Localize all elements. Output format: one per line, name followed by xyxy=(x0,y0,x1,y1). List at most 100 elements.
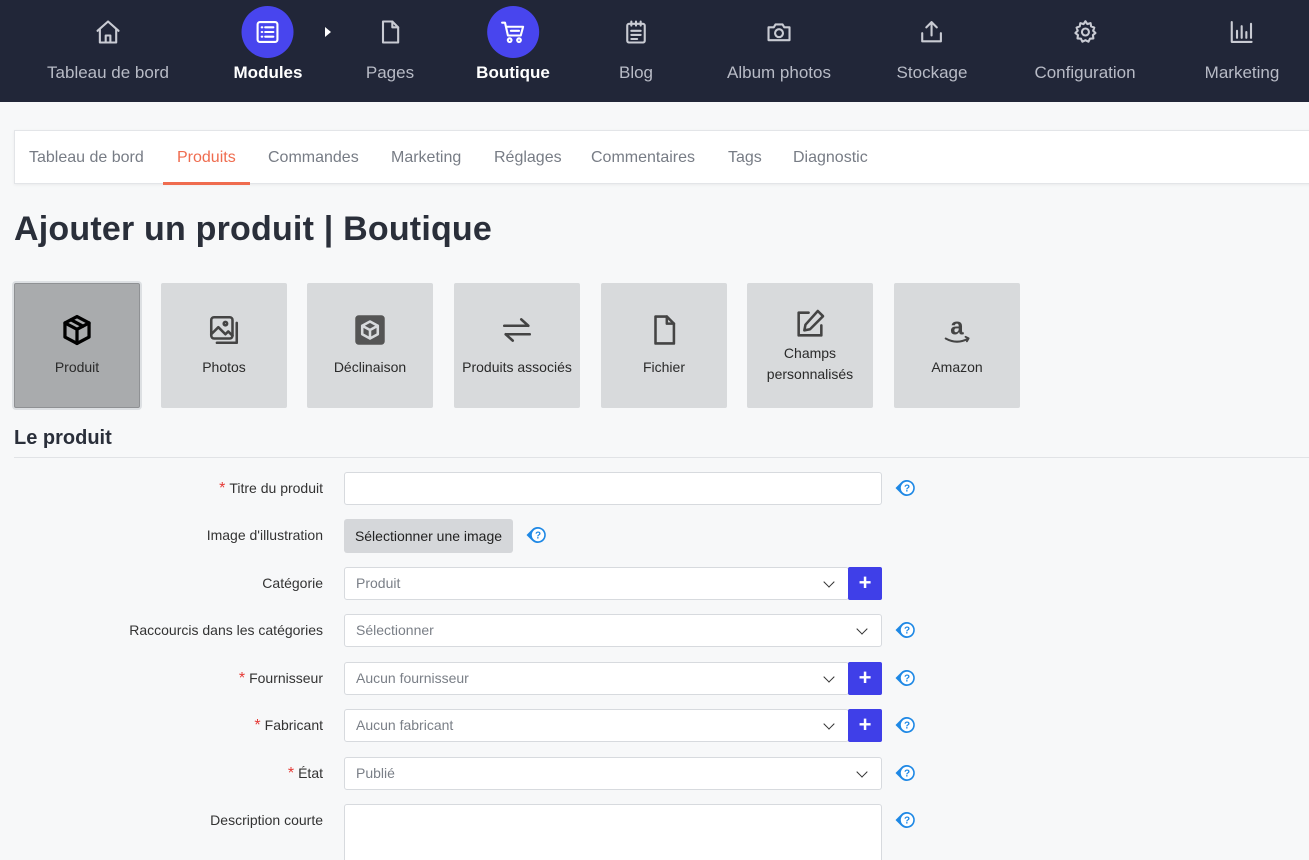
tile-label: Photos xyxy=(202,359,246,375)
tile-produit[interactable]: Produit xyxy=(14,283,140,408)
nav-label: Blog xyxy=(618,63,654,82)
tile-label: Déclinaison xyxy=(333,359,407,375)
add-manufacturer-button[interactable]: + xyxy=(848,709,882,742)
svg-text:?: ? xyxy=(904,484,910,495)
tile-photos[interactable]: Photos xyxy=(161,283,287,408)
title-label: * Titre du produit xyxy=(219,480,323,497)
supplier-select[interactable]: Aucun fournisseur xyxy=(344,662,849,695)
page-title: Ajouter un produit | Boutique xyxy=(14,210,493,248)
amazon-icon: a xyxy=(944,313,970,343)
help-icon[interactable]: ? xyxy=(894,618,918,642)
nav-item-boutique[interactable]: Boutique xyxy=(476,0,550,102)
nav-item-stockage[interactable]: Stockage xyxy=(896,0,968,102)
add-category-button[interactable]: + xyxy=(848,567,882,600)
shortcuts-label: Raccourcis dans les catégories xyxy=(129,622,323,638)
state-label: * État xyxy=(287,765,323,782)
required-mark: * xyxy=(254,717,261,734)
tile-amazon[interactable]: a Amazon xyxy=(894,283,1020,408)
tile-label: Produit xyxy=(54,359,100,375)
svg-text:?: ? xyxy=(904,816,910,827)
images-icon xyxy=(209,315,239,345)
select-image-button[interactable]: Sélectionner une image xyxy=(344,519,513,553)
svg-text:a: a xyxy=(950,313,964,340)
tile-label: Produits associés xyxy=(462,359,572,375)
tab-commandes[interactable]: Commandes xyxy=(268,131,359,184)
category-label: Catégorie xyxy=(262,575,323,591)
svg-text:?: ? xyxy=(904,674,910,685)
help-icon[interactable]: ? xyxy=(894,476,918,500)
tab-marketing[interactable]: Marketing xyxy=(391,131,461,184)
add-supplier-button[interactable]: + xyxy=(848,662,882,695)
nav-label: Album photos xyxy=(727,63,831,82)
upload-icon xyxy=(906,6,958,58)
nav-item-modules[interactable]: Modules xyxy=(233,0,303,102)
help-icon[interactable]: ? xyxy=(894,761,918,785)
help-icon[interactable]: ? xyxy=(894,808,918,832)
nav-label: Modules xyxy=(233,63,303,82)
gear-icon xyxy=(1059,6,1111,58)
nav-label: Configuration xyxy=(1034,63,1136,82)
nav-item-tableau-de-bord[interactable]: Tableau de bord xyxy=(47,0,169,102)
short-description-label: Description courte xyxy=(210,812,323,828)
tile-label: Champs personnalisés xyxy=(766,344,854,382)
top-navigation: Tableau de bord Modules Pages Boutique B… xyxy=(0,0,1309,102)
box-icon xyxy=(63,314,91,346)
manufacturer-select[interactable]: Aucun fabricant xyxy=(344,709,849,742)
bar-chart-icon xyxy=(1216,6,1268,58)
tile-label: Amazon xyxy=(931,359,983,375)
section-title: Le produit xyxy=(14,427,112,449)
sub-tabs: Tableau de bord Produits Commandes Marke… xyxy=(14,130,1309,185)
required-mark: * xyxy=(287,765,295,782)
tile-label: Fichier xyxy=(642,359,685,375)
title-input[interactable] xyxy=(344,472,882,505)
file-icon xyxy=(654,315,676,345)
svg-text:?: ? xyxy=(535,531,541,542)
notepad-icon xyxy=(610,6,662,58)
required-mark: * xyxy=(219,480,226,497)
nav-label: Marketing xyxy=(1204,63,1280,82)
tile-champs-personnalises[interactable]: Champs personnalisés xyxy=(747,283,873,408)
nav-label: Tableau de bord xyxy=(47,63,169,82)
nav-label: Pages xyxy=(365,63,415,82)
nav-item-album-photos[interactable]: Album photos xyxy=(727,0,831,102)
tab-commentaires[interactable]: Commentaires xyxy=(591,131,695,184)
tile-produits-associes[interactable]: Produits associés xyxy=(454,283,580,408)
category-select[interactable]: Produit xyxy=(344,567,849,600)
nav-item-blog[interactable]: Blog xyxy=(610,0,662,102)
supplier-label: * Fournisseur xyxy=(238,670,323,687)
edit-icon xyxy=(797,309,825,337)
image-label: Image d'illustration xyxy=(206,527,323,543)
tab-tags[interactable]: Tags xyxy=(728,131,762,184)
nav-label: Stockage xyxy=(896,63,968,82)
help-icon[interactable]: ? xyxy=(894,713,918,737)
tile-fichier[interactable]: Fichier xyxy=(601,283,727,408)
page-icon xyxy=(364,6,416,58)
svg-text:?: ? xyxy=(904,721,910,732)
nav-item-pages[interactable]: Pages xyxy=(364,0,416,102)
nav-item-configuration[interactable]: Configuration xyxy=(1034,0,1136,102)
short-description-textarea[interactable] xyxy=(344,804,882,860)
help-icon[interactable]: ? xyxy=(525,523,549,547)
section-divider xyxy=(14,457,1309,458)
caret-right-icon xyxy=(325,27,331,37)
shortcuts-select[interactable]: Sélectionner xyxy=(344,614,882,647)
tab-diagnostic[interactable]: Diagnostic xyxy=(793,131,868,184)
tab-tableau-de-bord[interactable]: Tableau de bord xyxy=(29,131,144,184)
camera-icon xyxy=(753,6,805,58)
box-square-icon xyxy=(355,315,385,345)
tab-reglages[interactable]: Réglages xyxy=(494,131,562,184)
swap-arrows-icon xyxy=(502,318,532,342)
required-mark: * xyxy=(238,670,246,687)
svg-text:?: ? xyxy=(904,626,910,637)
tile-declinaison[interactable]: Déclinaison xyxy=(307,283,433,408)
list-icon xyxy=(241,6,294,58)
state-select[interactable]: Publié xyxy=(344,757,882,790)
help-icon[interactable]: ? xyxy=(894,666,918,690)
nav-item-marketing[interactable]: Marketing xyxy=(1204,0,1280,102)
svg-text:?: ? xyxy=(904,769,910,780)
tab-produits[interactable]: Produits xyxy=(163,131,250,185)
cart-icon xyxy=(487,6,539,58)
manufacturer-label: * Fabricant xyxy=(254,717,323,734)
home-icon xyxy=(82,6,134,58)
nav-label: Boutique xyxy=(476,63,550,82)
